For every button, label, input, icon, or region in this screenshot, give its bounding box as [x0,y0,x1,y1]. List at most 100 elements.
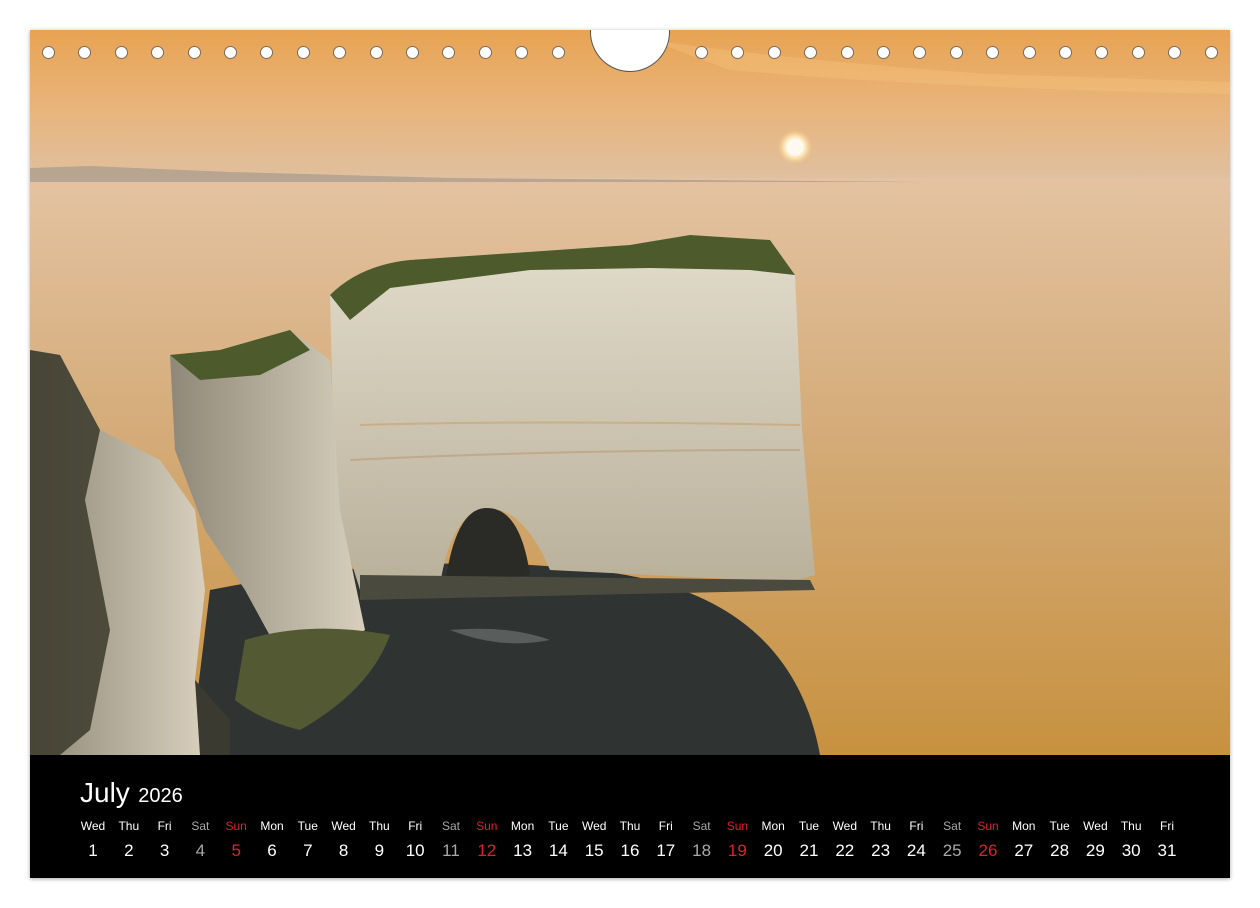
day-cell: Mon 13 [503,819,543,861]
weekday-label: Sun [726,819,749,833]
day-number: 7 [303,841,313,860]
day-number: 24 [906,841,926,860]
day-cell: Sat 25 [932,819,972,861]
calendar-title: July 2026 [80,777,183,809]
binding-hole [1022,46,1036,59]
day-number: 19 [727,841,747,860]
weekday-label: Fri [1160,819,1174,833]
day-number: 25 [942,841,962,860]
day-number: 4 [195,841,206,860]
binding-hole [767,46,781,59]
weekday-label: Mon [1012,819,1036,833]
weekday-label: Tue [548,819,569,833]
day-number: 3 [159,841,170,860]
day-cell: Fri 24 [896,819,936,861]
day-cell: Wed 1 [73,819,113,861]
binding-hole [877,46,890,59]
binding-hole [78,46,92,59]
day-cell: Mon 6 [252,819,292,861]
weekday-label: Fri [909,819,924,833]
day-number: 11 [442,841,460,860]
weekday-label: Tue [297,819,318,833]
day-number: 8 [338,841,349,860]
weekday-label: Sat [692,819,711,833]
day-number: 12 [477,841,497,860]
weekday-label: Sun [476,819,498,833]
weekday-label: Wed [581,819,607,833]
binding-hole [478,46,492,59]
binding-hole [551,46,565,59]
day-cell: Fri 10 [395,819,435,861]
day-cell: Wed 29 [1075,819,1115,861]
binding-hole [406,46,419,59]
weekday-label: Tue [1049,819,1070,833]
day-cell: Sun 5 [216,819,256,861]
binding-hole [114,46,128,59]
binding-holes [30,30,1230,90]
binding-hole [515,46,529,59]
day-cell: Tue 28 [1040,819,1080,861]
day-number: 18 [692,841,712,860]
hanger-cutout [590,30,670,72]
day-cell: Wed 8 [324,819,364,861]
day-cell: Tue 14 [538,819,578,861]
day-number: 20 [763,841,783,860]
day-number: 5 [231,841,241,860]
day-cell: Thu 2 [109,819,149,861]
day-number: 1 [88,841,98,860]
binding-hole [1204,46,1218,59]
day-number: 21 [799,841,819,860]
weekday-label: Wed [80,819,106,833]
weekday-label: Sat [943,819,962,833]
binding-hole [949,46,963,59]
weekday-label: Thu [369,819,390,833]
day-number: 22 [835,841,855,860]
binding-hole [333,46,347,59]
binding-hole [804,46,818,59]
calendar-bar: July 2026 Wed 1 Thu 2 Fri 3 Sat 4 Sun 5 Mon 6 Tue 7 We… [30,755,1230,878]
month-label: July [80,777,130,808]
day-cell: Sun 12 [467,819,507,861]
weekday-label: Thu [118,819,140,833]
weekday-label: Fri [408,819,423,833]
day-cell: Thu 9 [359,819,399,861]
binding-hole [224,46,237,59]
day-number: 10 [405,841,425,860]
weekday-label: Mon [761,819,785,833]
day-number: 28 [1050,841,1070,860]
landscape-photo [30,30,1230,755]
day-cell: Sat 11 [431,819,471,861]
weekday-label: Sun [977,819,999,833]
day-cell: Wed 15 [574,819,614,861]
day-cell: Fri 17 [646,819,686,861]
day-number: 2 [124,841,134,860]
day-cell: Thu 16 [610,819,650,861]
binding-hole [1095,46,1109,59]
binding-hole [369,46,383,59]
day-cell: Tue 21 [789,819,829,861]
weekday-label: Sat [441,819,460,833]
day-number: 9 [374,841,385,860]
day-number: 15 [584,841,604,860]
day-row: Wed 1 Thu 2 Fri 3 Sat 4 Sun 5 Mon 6 Tue 7 Wed 8 Thu 9 Fri 1… [75,819,1187,869]
binding-hole [260,46,274,59]
binding-hole [151,46,165,59]
weekday-label: Mon [260,819,284,833]
day-cell: Thu 30 [1111,819,1151,861]
day-cell: Sun 26 [968,819,1008,861]
day-cell: Sun 19 [717,819,757,861]
weekday-label: Sat [191,819,210,833]
day-cell: Sat 4 [180,819,220,861]
binding-hole [986,46,1000,59]
day-cell: Fri 3 [145,819,185,861]
day-cell: Thu 23 [861,819,901,861]
day-number: 26 [978,841,998,860]
binding-hole [731,46,745,59]
weekday-label: Thu [1120,819,1142,833]
weekday-label: Tue [798,819,820,833]
binding-hole [1131,46,1145,59]
binding-hole [1168,46,1182,59]
day-cell: Tue 7 [288,819,328,861]
binding-hole [296,46,310,59]
binding-hole [840,46,854,59]
